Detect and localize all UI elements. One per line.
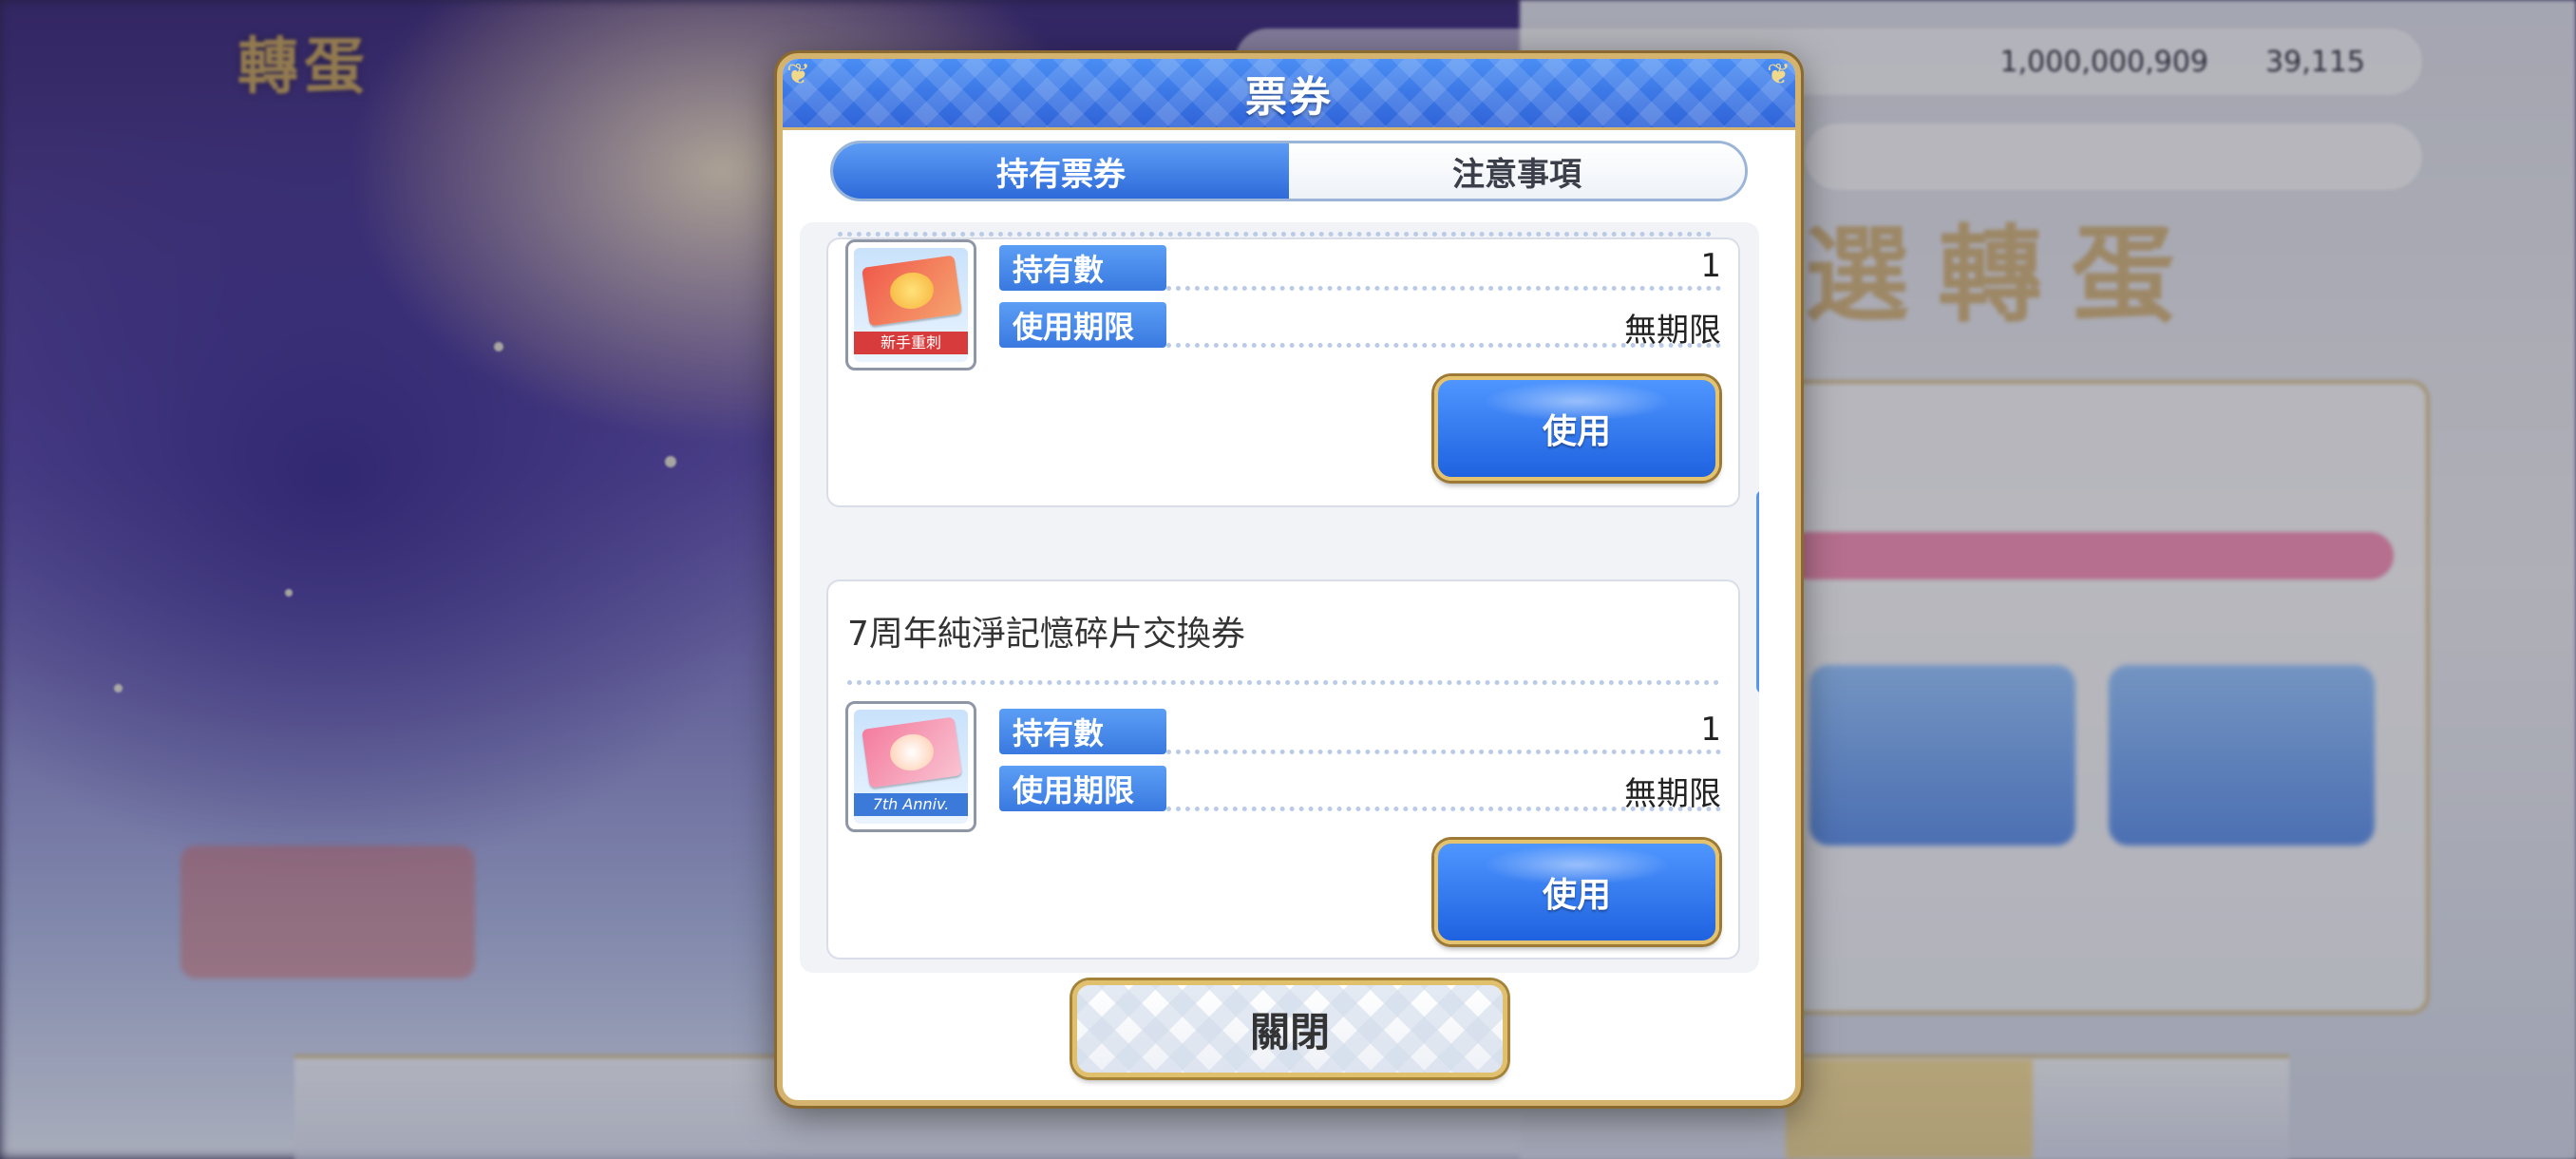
- expiry-row: 使用期限 無期限: [999, 302, 1721, 350]
- ticket-modal: ❦ ❦ 票券 持有票券 注意事項 新手重刺 持有數 1 使用期限 無期限 使用 …: [777, 53, 1801, 1106]
- owned-count-label: 持有數: [999, 709, 1166, 754]
- tab-owned-tickets[interactable]: 持有票券: [833, 143, 1289, 199]
- corner-ornament-icon: ❦: [1767, 58, 1791, 91]
- expiry-label: 使用期限: [999, 302, 1166, 348]
- owned-count-row: 持有數 1: [999, 245, 1721, 291]
- row-divider: [1166, 286, 1721, 291]
- card-divider: [847, 680, 1719, 685]
- ticket-graphic: [862, 716, 962, 788]
- modal-header: ❦ ❦ 票券: [783, 59, 1795, 130]
- close-button[interactable]: 關閉: [1072, 980, 1507, 1077]
- expiry-value: 無期限: [1624, 312, 1721, 350]
- tab-notes[interactable]: 注意事項: [1289, 143, 1745, 199]
- use-ticket-button[interactable]: 使用: [1434, 376, 1719, 481]
- list-top-divider: [838, 232, 1712, 237]
- ticket-card: 7周年純淨記憶碎片交換券 7th Anniv. 持有數 1 使用期限 無期限 使…: [826, 580, 1740, 960]
- ticket-graphic: [862, 255, 962, 327]
- owned-count-row: 持有數 1: [999, 709, 1721, 754]
- newbie-ticket-icon: 新手重刺: [854, 248, 968, 362]
- expiry-label: 使用期限: [999, 766, 1166, 811]
- ticket-icon-caption: 7th Anniv.: [854, 793, 968, 816]
- anniversary-ticket-icon: 7th Anniv.: [854, 710, 968, 824]
- modal-title: 票券: [1245, 73, 1333, 122]
- owned-count-value: 1: [1700, 711, 1721, 749]
- owned-count-label: 持有數: [999, 245, 1166, 291]
- ticket-item-frame: 新手重刺: [845, 239, 976, 370]
- owned-count-value: 1: [1700, 247, 1721, 285]
- row-divider: [1166, 750, 1721, 754]
- expiry-value: 無期限: [1624, 775, 1721, 813]
- ticket-card: 新手重刺 持有數 1 使用期限 無期限 使用: [826, 238, 1740, 507]
- corner-ornament-icon: ❦: [786, 58, 811, 91]
- ticket-item-frame: 7th Anniv.: [845, 701, 976, 832]
- scrollbar-thumb[interactable]: [1756, 490, 1759, 694]
- modal-tabs: 持有票券 注意事項: [830, 141, 1748, 201]
- expiry-row: 使用期限 無期限: [999, 766, 1721, 813]
- ticket-list: 新手重刺 持有數 1 使用期限 無期限 使用 7周年純淨記憶碎片交換券 7th …: [800, 222, 1759, 973]
- ticket-icon-caption: 新手重刺: [854, 332, 968, 354]
- use-ticket-button[interactable]: 使用: [1434, 840, 1719, 944]
- ticket-name: 7周年純淨記憶碎片交換券: [847, 615, 1245, 654]
